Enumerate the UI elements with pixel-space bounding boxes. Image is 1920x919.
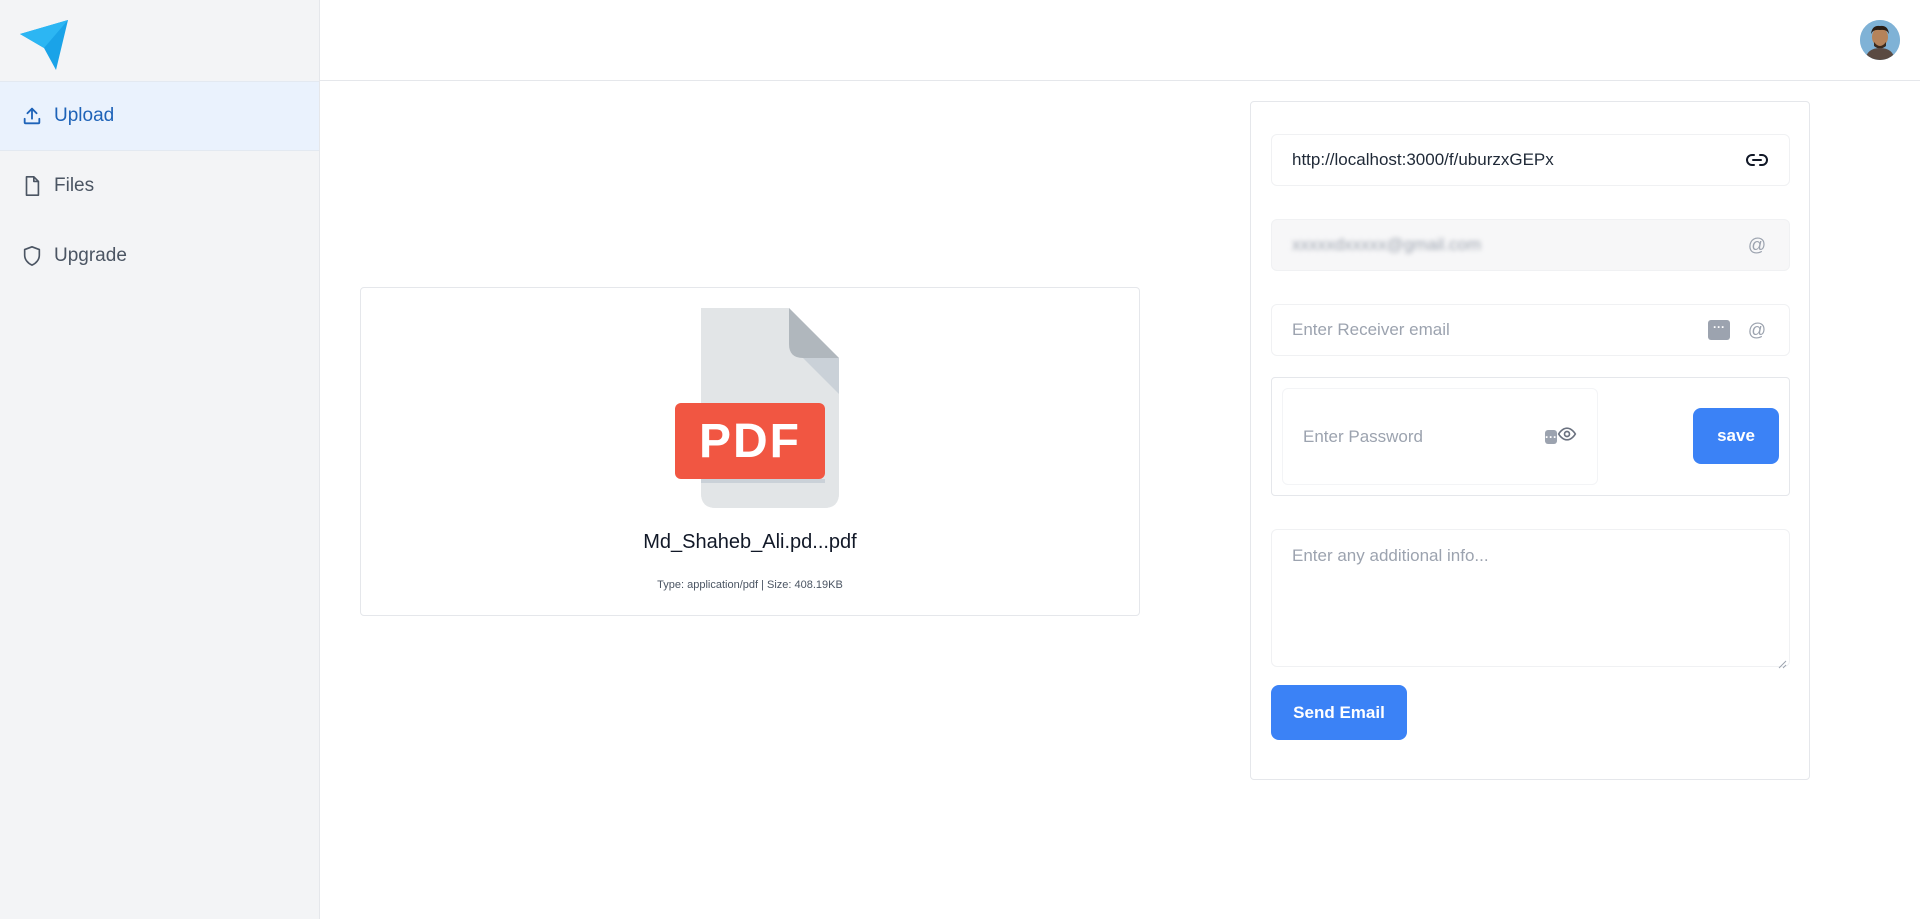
receiver-email-input[interactable]: Enter Receiver email [1292,320,1693,340]
sender-email-field[interactable]: xxxxxdxxxxx@gmail.com @ [1271,219,1790,271]
password-input[interactable]: Enter Password [1303,427,1545,447]
shield-icon [20,244,44,268]
sidebar-item-upload[interactable]: Upload [0,81,319,151]
additional-info-placeholder: Enter any additional info... [1292,546,1489,565]
pdf-badge-label: PDF [699,415,801,468]
app-root: Upload Files Upgrade PDF Md_Shaheb_Ali.p… [0,0,1920,919]
paper-plane-logo-icon[interactable] [18,18,70,72]
sender-email-value: xxxxxdxxxxx@gmail.com [1292,235,1482,254]
share-url-value: http://localhost:3000/f/uburzxGEPx [1292,150,1554,169]
file-icon [20,174,44,198]
receiver-email-field[interactable]: Enter Receiver email ··· @ [1271,304,1790,356]
sidebar-item-label: Upload [54,105,115,126]
password-field[interactable]: Enter Password ··· [1282,388,1598,485]
file-meta: Type: application/pdf | Size: 408.19KB [657,579,843,591]
sidebar-item-upgrade[interactable]: Upgrade [0,221,319,291]
link-icon[interactable] [1745,148,1769,172]
resize-handle-icon[interactable] [1777,654,1787,669]
sidebar: Upload Files Upgrade [0,0,320,919]
additional-info-textarea[interactable]: Enter any additional info... [1271,529,1790,669]
eye-icon[interactable] [1557,424,1577,449]
file-name: Md_Shaheb_Ali.pd...pdf [643,531,857,553]
file-preview-card: PDF Md_Shaheb_Ali.pd...pdf Type: applica… [360,287,1140,616]
save-button[interactable]: save [1693,408,1779,464]
share-url-field[interactable]: http://localhost:3000/f/uburzxGEPx [1271,134,1790,186]
upload-icon [20,104,44,128]
password-manager-icon[interactable]: ··· [1545,428,1557,446]
sidebar-nav: Upload Files Upgrade [0,81,319,291]
send-email-button[interactable]: Send Email [1271,685,1407,740]
user-avatar[interactable] [1860,20,1900,60]
password-section: Enter Password ··· save [1271,377,1790,496]
sidebar-item-label: Files [54,175,95,196]
share-panel: http://localhost:3000/f/uburzxGEPx xxxxx… [1250,101,1810,780]
at-sign-icon: @ [1747,319,1767,340]
password-manager-icon[interactable]: ··· [1707,318,1731,342]
sidebar-item-label: Upgrade [54,245,127,266]
top-bar [320,0,1920,81]
at-sign-icon: @ [1747,234,1767,255]
sidebar-item-files[interactable]: Files [0,151,319,221]
